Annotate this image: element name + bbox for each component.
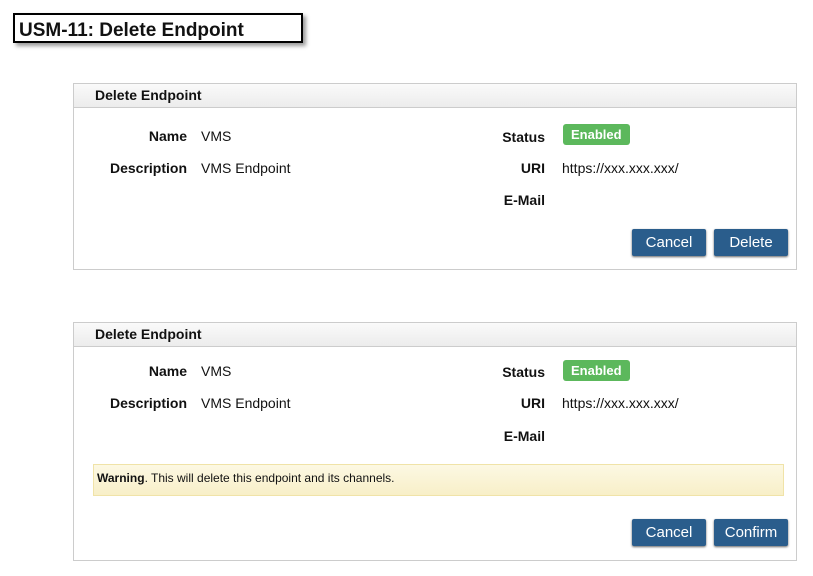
uri-label: URI: [520, 395, 545, 411]
description-label: Description: [109, 160, 187, 176]
name-label: Name: [148, 128, 187, 144]
delete-endpoint-panel: Delete Endpoint Name VMS Description VMS…: [73, 83, 797, 270]
email-label: E-Mail: [503, 428, 545, 444]
email-label: E-Mail: [503, 192, 545, 208]
page-title: USM-11: Delete Endpoint: [13, 13, 303, 43]
uri-value: https://xxx.xxx.xxx/: [562, 160, 679, 176]
status-label: Status: [502, 364, 545, 380]
confirm-delete-panel: Delete Endpoint Name VMS Description VMS…: [73, 322, 797, 561]
cancel-button[interactable]: Cancel: [632, 229, 706, 256]
warning-alert: Warning. This will delete this endpoint …: [93, 464, 784, 496]
status-badge: Enabled: [563, 124, 630, 145]
delete-button[interactable]: Delete: [714, 229, 788, 256]
name-label: Name: [148, 363, 187, 379]
panel-header: Delete Endpoint: [74, 323, 796, 347]
status-badge: Enabled: [563, 360, 630, 381]
uri-value: https://xxx.xxx.xxx/: [562, 395, 679, 411]
panel-header: Delete Endpoint: [74, 84, 796, 108]
description-value: VMS Endpoint: [201, 395, 291, 411]
confirm-button[interactable]: Confirm: [714, 519, 788, 546]
status-label: Status: [502, 129, 545, 145]
description-value: VMS Endpoint: [201, 160, 291, 176]
warning-title: Warning: [97, 471, 145, 485]
name-value: VMS: [201, 128, 232, 144]
description-label: Description: [109, 395, 187, 411]
name-value: VMS: [201, 363, 232, 379]
uri-label: URI: [520, 160, 545, 176]
warning-text: . This will delete this endpoint and its…: [144, 471, 395, 485]
cancel-button[interactable]: Cancel: [632, 519, 706, 546]
